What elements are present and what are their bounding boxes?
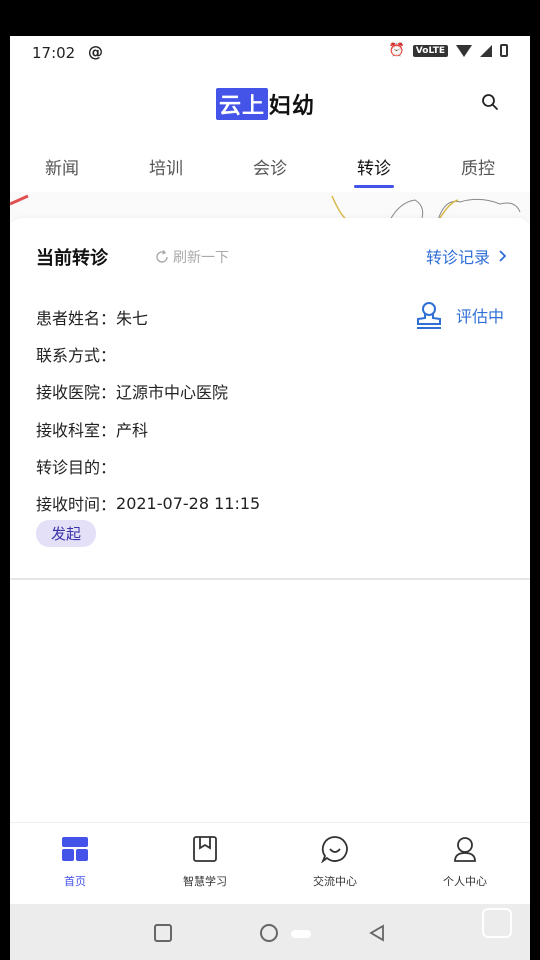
record-link-label: 转诊记录: [425, 248, 490, 267]
book-icon: [193, 836, 217, 862]
referral-details: 患者姓名： 朱七 联系方式： 接收医院： 辽源市中心医院 接收科室： 产科 转诊…: [36, 298, 260, 522]
nav-smart-learning[interactable]: 智慧学习: [140, 823, 270, 904]
row-value: 产科: [116, 420, 149, 440]
volte-icon: VoLTE: [412, 44, 448, 57]
home-grid-icon: [62, 837, 88, 861]
chat-bubble-icon: [321, 836, 348, 863]
system-navigation-bar: [10, 904, 530, 960]
row-value: 朱七: [116, 308, 149, 328]
nav-exchange-center[interactable]: 交流中心: [270, 823, 400, 904]
tab-referral[interactable]: 转诊: [322, 136, 426, 192]
back-triangle-icon[interactable]: [368, 924, 386, 942]
referral-purpose-row: 转诊目的：: [36, 447, 260, 484]
save-icon[interactable]: [482, 908, 512, 938]
recent-apps-icon[interactable]: [154, 924, 172, 942]
tab-consultation[interactable]: 会诊: [218, 136, 322, 192]
status-bar: 17:02 @ ⏰ VoLTE: [10, 36, 530, 70]
receiving-department-row: 接收科室： 产科: [36, 410, 260, 447]
category-tabs: 新闻 培训 会诊 转诊 质控: [10, 136, 530, 192]
app-header: 云上 妇幼: [10, 70, 530, 136]
pill-indicator-icon: [291, 930, 311, 938]
status-right: ⏰ VoLTE: [389, 43, 508, 58]
refresh-button[interactable]: 刷新一下: [154, 247, 229, 267]
refresh-icon: [156, 250, 168, 263]
referral-record-link[interactable]: 转诊记录: [426, 244, 508, 268]
nav-personal-label: 个人中心: [443, 875, 487, 888]
nav-personal-center[interactable]: 个人中心: [400, 823, 530, 904]
contact-row: 联系方式：: [36, 335, 260, 372]
row-label: 接收时间：: [36, 495, 117, 515]
status-text: 评估中: [455, 307, 504, 326]
row-label: 接收科室：: [36, 420, 117, 440]
logo-plain-text: 妇幼: [269, 94, 316, 119]
stamp-icon: [416, 302, 441, 329]
assessment-status: 评估中: [414, 300, 504, 330]
search-icon[interactable]: [480, 92, 500, 112]
app-logo: 云上 妇幼: [216, 88, 315, 120]
tab-news[interactable]: 新闻: [10, 136, 114, 192]
app-screen: 17:02 @ ⏰ VoLTE 云上 妇幼 新闻 培训 会诊 转诊 质控 当前转…: [10, 36, 530, 960]
nav-home-label: 首页: [64, 875, 86, 888]
chevron-right-icon: [499, 250, 507, 262]
nav-exchange-label: 交流中心: [313, 875, 357, 888]
row-label: 接收医院：: [36, 383, 117, 403]
receiving-time-row: 接收时间： 2021-07-28 11:15: [36, 484, 260, 521]
row-label: 联系方式：: [36, 345, 117, 365]
row-value: 辽源市中心医院: [116, 383, 229, 403]
tab-quality-control[interactable]: 质控: [426, 136, 530, 192]
receiving-hospital-row: 接收医院： 辽源市中心医院: [36, 373, 260, 410]
home-circle-icon[interactable]: [260, 924, 278, 942]
tab-training[interactable]: 培训: [114, 136, 218, 192]
refresh-label: 刷新一下: [173, 250, 229, 266]
initiated-badge: 发起: [36, 520, 97, 547]
person-icon: [454, 837, 476, 862]
alarm-icon: ⏰: [388, 43, 405, 58]
nav-home[interactable]: 首页: [10, 823, 140, 904]
signal-icon: [480, 44, 492, 57]
row-value: 2021-07-28 11:15: [116, 493, 261, 513]
row-label: 转诊目的：: [36, 457, 117, 477]
logo-boxed-text: 云上: [216, 88, 269, 120]
wifi-icon: [456, 44, 472, 57]
status-time: 17:02: [32, 44, 76, 62]
row-label: 患者姓名：: [36, 308, 117, 328]
at-icon: @: [88, 43, 103, 61]
current-referral-card: 当前转诊 刷新一下 转诊记录 评估中 患者姓名： 朱七 联系方式： 接收医院： …: [10, 218, 530, 580]
patient-name-row: 患者姓名： 朱七: [36, 298, 260, 335]
battery-icon: [500, 44, 508, 57]
bottom-navigation: 首页 智慧学习 交流中心 个人中心: [10, 822, 530, 904]
nav-learning-label: 智慧学习: [183, 875, 227, 888]
card-title: 当前转诊: [36, 248, 108, 269]
